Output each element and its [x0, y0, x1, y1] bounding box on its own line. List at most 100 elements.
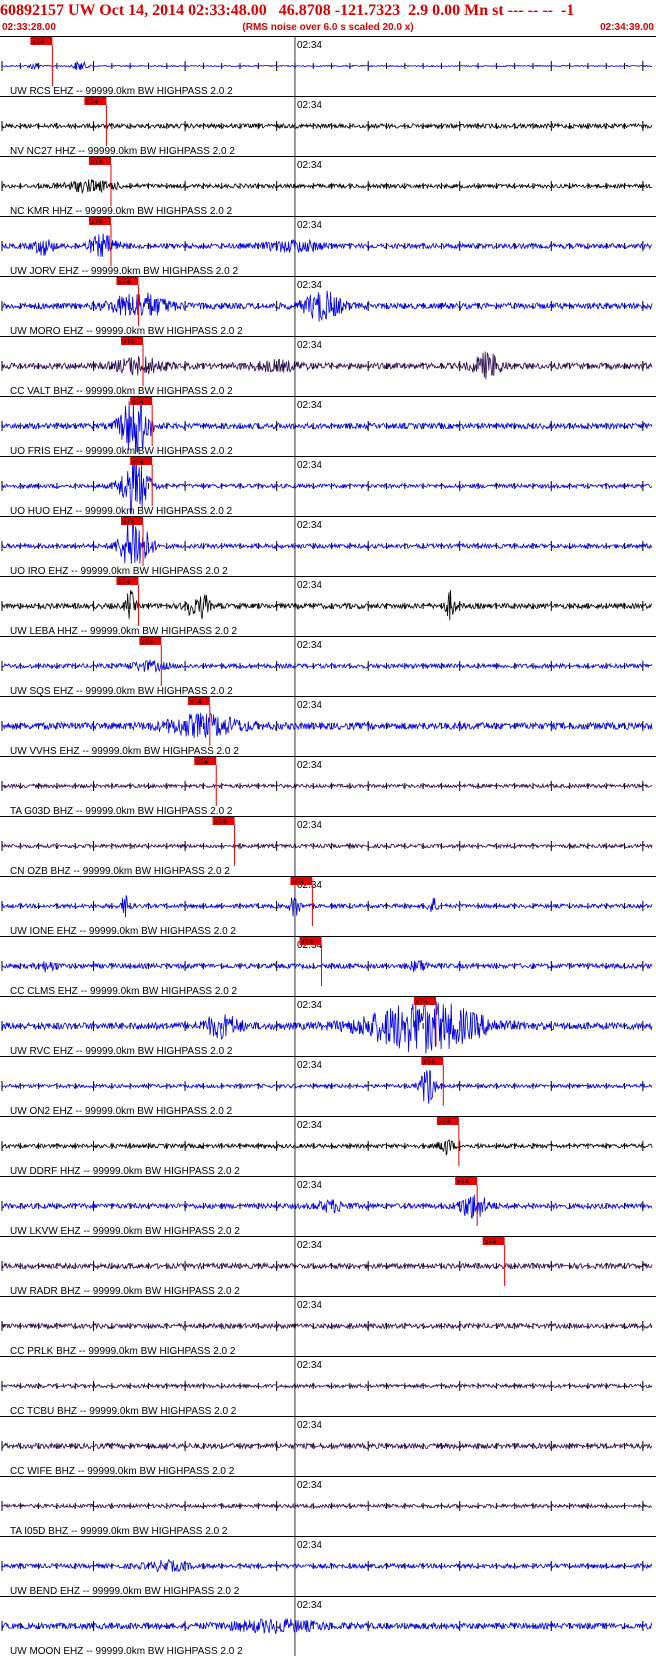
- minute-label: 02:34: [297, 1600, 322, 1611]
- rms-note: (RMS noise over 6.0 s scaled 20.0 x): [242, 22, 414, 33]
- station-label: UW JORV EHZ -- 99999.0km BW HIGHPASS 2.0…: [10, 266, 238, 277]
- minute-label: 02:34: [297, 100, 322, 111]
- waveform: [1, 959, 653, 973]
- waveform: [1, 659, 653, 673]
- trace-row: 02:34xT4CC CLMS EHZ -- 99999.0km BW HIGH…: [0, 936, 656, 997]
- minute-label: 02:34: [297, 820, 322, 831]
- station-label: UW DDRF HHZ -- 99999.0km BW HIGHPASS 2.0…: [10, 1166, 240, 1177]
- minute-label: 02:34: [297, 460, 322, 471]
- minute-label: 02:34: [297, 340, 322, 351]
- waveform: [1, 122, 653, 130]
- trace-row: 02:34 TA I05D BHZ -- 99999.0km BW HIGHPAS…: [0, 1476, 656, 1537]
- station-label: UW ON2 EHZ -- 99999.0km BW HIGHPASS 2.0 …: [10, 1106, 233, 1117]
- pick-label: xT4: [91, 159, 103, 166]
- trace-row: 02:34 CC PRLK BHZ -- 99999.0km BW HIGHPAS…: [0, 1296, 656, 1357]
- waveform: [1, 782, 653, 790]
- station-label: UW RCS EHZ -- 99999.0km BW HIGHPASS 2.0 …: [10, 86, 233, 97]
- minute-label: 02:34: [297, 700, 322, 711]
- trace-row: 02:34 xT4 UW SQS EHZ -- 99999.0km BW HIGHP…: [0, 636, 656, 697]
- station-label: UW VVHS EHZ -- 99999.0km BW HIGHPASS 2.0…: [10, 746, 239, 757]
- station-label: UW RVC EHZ -- 99999.0km BW HIGHPASS 2.0 …: [10, 1046, 233, 1057]
- trace-row: 02:34 xT4 UW RCS EHZ -- 99999.0km BW HIGHP…: [0, 36, 656, 97]
- pick-label: xT4: [190, 699, 202, 706]
- waveform: [1, 1502, 653, 1510]
- pick-label: xT4: [302, 939, 314, 946]
- station-label: CC WIFE BHZ -- 99999.0km BW HIGHPASS 2.0…: [10, 1466, 235, 1477]
- station-label: TA G03D BHZ -- 99999.0km BW HIGHPASS 2.0…: [10, 806, 233, 817]
- station-label: UW LKVW EHZ -- 99999.0km BW HIGHPASS 2.0…: [10, 1226, 240, 1237]
- trace-row: 02:34 xT4 TA G03D BHZ -- 99999.0km BW HIGH…: [0, 756, 656, 817]
- minute-label: 02:34: [297, 40, 322, 51]
- time-header: (RMS noise over 6.0 s scaled 20.0 x) 02:…: [0, 22, 656, 36]
- waveform: [1, 1070, 653, 1104]
- pick-label: xT4: [132, 399, 144, 406]
- station-label: UO IRO EHZ -- 99999.0km BW HIGHPASS 2.0 …: [10, 566, 228, 577]
- minute-label: 02:34: [297, 520, 322, 531]
- end-time-label: 02:34:39.00: [600, 22, 654, 33]
- trace-row: 02:34xT4UW IONE EHZ -- 99999.0km BW HIGH…: [0, 876, 656, 937]
- station-label: UW MORO EHZ -- 99999.0km BW HIGHPASS 2.0…: [10, 326, 243, 337]
- station-label: CC VALT BHZ -- 99999.0km BW HIGHPASS 2.0…: [10, 386, 233, 397]
- pick-label: xT4: [423, 1059, 435, 1066]
- minute-label: 02:34: [297, 1300, 322, 1311]
- minute-label: 02:34: [297, 580, 322, 591]
- minute-label: 02:34: [297, 1420, 322, 1431]
- trace-row: 02:34 xT4 UW DDRF HHZ -- 99999.0km BW HIGH…: [0, 1116, 656, 1177]
- waveform: [1, 842, 653, 850]
- trace-row: 02:34 CC WIFE BHZ -- 99999.0km BW HIGHPAS…: [0, 1416, 656, 1477]
- waveform: [1, 1558, 653, 1573]
- trace-row: 02:34 xT4 UW LKVW EHZ -- 99999.0km BW HIGH…: [0, 1176, 656, 1237]
- trace-row: 02:34 xT4 UW MORO EHZ -- 99999.0km BW HIGH…: [0, 276, 656, 337]
- trace-row: 02:34 xT4 UW RADR BHZ -- 99999.0km BW HIGH…: [0, 1236, 656, 1297]
- minute-label: 02:34: [297, 1180, 322, 1191]
- station-label: UW RADR BHZ -- 99999.0km BW HIGHPASS 2.0…: [10, 1286, 240, 1297]
- waveform: [1, 895, 653, 918]
- waveform: [1, 290, 653, 322]
- station-label: UW MOON EHZ -- 99999.0km BW HIGHPASS 2.0…: [10, 1646, 243, 1657]
- pick-label: xT4: [118, 579, 130, 586]
- pick-label: xT4: [292, 879, 304, 886]
- station-label: UW LEBA HHZ -- 99999.0km BW HIGHPASS 2.0…: [10, 626, 238, 637]
- waveform: [1, 589, 653, 620]
- seismogram-plot: 02:34 xT4 UW RCS EHZ -- 99999.0km BW HIGHP…: [0, 36, 656, 1657]
- trace-row: 02:34 xT4 NC KMR HHZ -- 99999.0km BW HIGHP…: [0, 156, 656, 217]
- minute-label: 02:34: [297, 640, 322, 651]
- pick-label: xT4: [196, 759, 208, 766]
- station-label: UW SQS EHZ -- 99999.0km BW HIGHPASS 2.0 …: [10, 686, 233, 697]
- start-time-label: 02:33:28.00: [2, 22, 56, 33]
- minute-label: 02:34: [297, 280, 322, 291]
- waveform: [1, 233, 653, 257]
- trace-row: 02:34 xT4 UW ON2 EHZ -- 99999.0km BW HIGHP…: [0, 1056, 656, 1117]
- pick-label: xT4: [32, 39, 44, 46]
- minute-label: 02:34: [297, 1480, 322, 1491]
- waveform: [1, 1194, 653, 1219]
- minute-label: 02:34: [297, 760, 322, 771]
- pick-label: xT4: [439, 1119, 451, 1126]
- minute-label: 02:34: [297, 1240, 322, 1251]
- trace-row: 02:34 xT4 UW LEBA HHZ -- 99999.0km BW HIGH…: [0, 576, 656, 637]
- minute-label: 02:34: [297, 1540, 322, 1551]
- trace-row: 02:34 xT4 CC VALT BHZ -- 99999.0km BW HIGH…: [0, 336, 656, 397]
- waveform: [1, 712, 653, 738]
- trace-row: 02:34 xT4 UW RVC EHZ -- 99999.0km BW HIGHP…: [0, 996, 656, 1057]
- minute-label: 02:34: [297, 400, 322, 411]
- pick-label: xT4: [123, 339, 135, 346]
- station-label: CC TCBU BHZ -- 99999.0km BW HIGHPASS 2.0…: [10, 1406, 237, 1417]
- waveform: [1, 60, 653, 71]
- station-label: NV NC27 HHZ -- 99999.0km BW HIGHPASS 2.0…: [10, 146, 235, 157]
- waveform: [1, 1139, 653, 1156]
- station-label: CN OZB BHZ -- 99999.0km BW HIGHPASS 2.0 …: [10, 866, 230, 877]
- station-label: UW IONE EHZ -- 99999.0km BW HIGHPASS 2.0…: [10, 926, 236, 937]
- pick-label: xT4: [485, 1239, 497, 1246]
- waveform: [1, 1322, 653, 1330]
- station-label: UO HUO EHZ -- 99999.0km BW HIGHPASS 2.0 …: [10, 506, 233, 517]
- waveform: [1, 1382, 653, 1390]
- station-label: TA I05D BHZ -- 99999.0km BW HIGHPASS 2.0…: [10, 1526, 228, 1537]
- event-title: 60892157 UW Oct 14, 2014 02:33:48.00 46.…: [0, 2, 575, 19]
- waveform: [1, 1261, 653, 1271]
- trace-row: 02:34 xT4 UW JORV EHZ -- 99999.0km BW HIGH…: [0, 216, 656, 277]
- pick-label: xT4: [118, 279, 130, 286]
- pick-label: xT4: [123, 519, 135, 526]
- pick-label: xT4: [215, 819, 227, 826]
- waveform: [1, 1441, 653, 1451]
